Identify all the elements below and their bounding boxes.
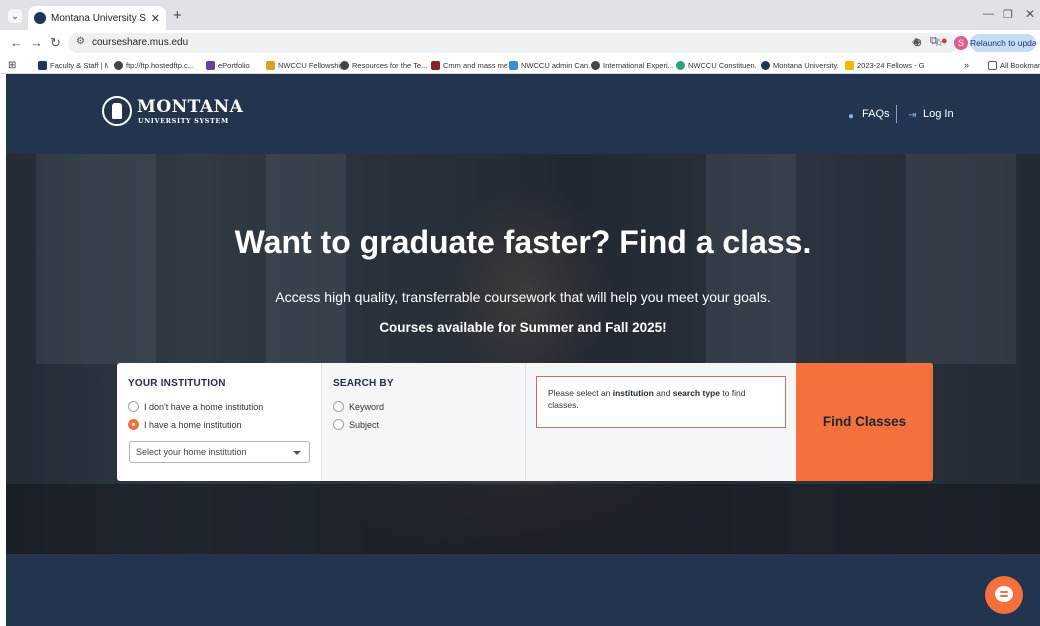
login-arrow-icon: ⇥ — [908, 110, 917, 121]
no-home-institution-option[interactable]: I don't have a home institution — [128, 401, 263, 412]
bookmark-item[interactable]: International Experi... — [591, 58, 673, 72]
profile-avatar[interactable]: S — [954, 36, 968, 50]
bookmark-item[interactable]: ftp://ftp.hostedftp.c... — [114, 58, 200, 72]
hero-title: Want to graduate faster? Find a class. — [234, 224, 812, 260]
forward-icon[interactable]: → — [30, 35, 43, 50]
home-institution-radio[interactable] — [128, 419, 139, 430]
bookmark-item[interactable]: 2023-24 Fellows - G... — [845, 58, 925, 72]
globe-icon — [340, 60, 349, 70]
logo-subtitle: UNIVERSITY SYSTEM — [138, 117, 229, 125]
keyword-option[interactable]: Keyword — [333, 401, 384, 412]
address-url: courseshare.mus.edu — [92, 37, 189, 48]
address-bar[interactable]: ⚙ courseshare.mus.edu ⊕ ☆ — [68, 33, 958, 53]
page-root: ⌄ Montana University System - F ✕ + — ❐ … — [0, 0, 1040, 626]
bookmark-item[interactable]: Cmm and mass me... — [431, 58, 507, 72]
keyword-label: Keyword — [349, 401, 385, 412]
chevron-down-icon — [293, 451, 301, 455]
chat-button[interactable] — [985, 576, 1023, 614]
lower-section — [6, 554, 1040, 626]
extension-icon[interactable]: ◈ — [912, 35, 920, 48]
all-bookmarks-folder[interactable]: All Bookmarks — [988, 58, 1040, 72]
bookmark-favicon-icon — [676, 60, 685, 70]
home-institution-select[interactable]: Select your home institution — [129, 441, 310, 463]
subject-label: Subject — [349, 419, 380, 430]
bookmarks-bar: ⊞ Faculty & Staff | MS... ftp://ftp.host… — [0, 56, 1040, 74]
bookmark-item[interactable]: Montana University... — [761, 58, 839, 72]
bookmark-item[interactable]: Resources for the Te... — [340, 58, 428, 72]
institution-heading: YOUR INSTITUTION — [128, 378, 226, 389]
extensions-puzzle-icon[interactable]: ⧉ — [930, 35, 938, 48]
site-header: MONTANA UNIVERSITY SYSTEM ● FAQs ⇥ Log I… — [6, 74, 1040, 154]
search-by-column: SEARCH BY Keyword Subject — [321, 363, 525, 481]
bookmark-favicon-icon — [206, 60, 215, 70]
drive-icon — [845, 60, 854, 70]
bookmark-favicon-icon — [761, 60, 770, 70]
site-favicon-icon — [34, 12, 46, 24]
institution-column: YOUR INSTITUTION I don't have a home ins… — [117, 363, 321, 481]
browser-toolbar: ← → ↻ ⚙ courseshare.mus.edu ⊕ ☆ ◈ ⧉ ● S … — [0, 30, 1040, 56]
no-home-institution-label: I don't have a home institution — [144, 401, 264, 412]
reload-icon[interactable]: ↻ — [50, 35, 61, 51]
hero-section: Want to graduate faster? Find a class. A… — [6, 154, 1040, 554]
folder-icon — [988, 60, 997, 70]
relaunch-button[interactable]: Relaunch to update — [970, 34, 1036, 52]
close-window-icon[interactable]: ✕ — [1025, 7, 1035, 21]
message-search-type-term: search type — [672, 388, 720, 398]
home-institution-select-value: Select your home institution — [136, 447, 247, 457]
torch-logo-icon[interactable] — [102, 96, 132, 126]
hero-desk — [6, 484, 1040, 554]
hero-subtitle: Access high quality, transferrable cours… — [275, 289, 771, 305]
browser-tab-bar: ⌄ Montana University System - F ✕ + — ❐ … — [0, 0, 1040, 30]
chat-bubble-icon — [995, 586, 1013, 602]
close-tab-icon[interactable]: ✕ — [151, 12, 160, 25]
globe-icon — [591, 60, 600, 70]
bookmark-item[interactable]: ePortfolio — [206, 58, 262, 72]
tab-search-icon[interactable]: ⌄ — [8, 9, 22, 23]
subject-option[interactable]: Subject — [333, 419, 379, 430]
minimize-window-icon[interactable]: — — [983, 8, 994, 20]
new-tab-icon[interactable]: + — [173, 7, 182, 24]
home-institution-label: I have a home institution — [144, 419, 242, 430]
subject-radio[interactable] — [333, 419, 344, 430]
browser-tab[interactable]: Montana University System - F ✕ — [28, 6, 166, 30]
more-bookmarks-icon[interactable]: » — [964, 58, 969, 72]
message-column: Please select an institution and search … — [525, 363, 796, 481]
globe-icon — [114, 60, 123, 70]
hero-availability-note: Courses available for Summer and Fall 20… — [379, 320, 667, 335]
login-link[interactable]: Log In — [923, 108, 954, 120]
bookmark-item[interactable]: NWCCU Constituen... — [676, 58, 756, 72]
no-home-institution-radio[interactable] — [128, 401, 139, 412]
faq-chat-icon: ● — [848, 111, 855, 122]
bookmark-favicon-icon — [509, 60, 518, 70]
bookmark-item[interactable]: NWCCU Fellowships... — [266, 58, 344, 72]
bookmark-item[interactable]: NWCCU admin Can... — [509, 58, 590, 72]
logo-wordmark[interactable]: MONTANA — [137, 97, 243, 117]
class-search-panel: YOUR INSTITUTION I don't have a home ins… — [117, 363, 933, 481]
keyword-radio[interactable] — [333, 401, 344, 412]
record-extension-icon[interactable]: ● — [941, 35, 948, 47]
header-divider — [896, 105, 897, 123]
search-by-heading: SEARCH BY — [333, 378, 394, 389]
find-classes-button[interactable]: Find Classes — [796, 363, 933, 481]
message-institution-term: institution — [612, 388, 654, 398]
tab-title: Montana University System - F — [51, 12, 146, 24]
bookmark-favicon-icon — [266, 60, 275, 70]
bookmark-favicon-icon — [431, 60, 440, 70]
restore-window-icon[interactable]: ❐ — [1003, 8, 1013, 21]
apps-grid-icon[interactable]: ⊞ — [8, 58, 16, 72]
bookmark-item[interactable]: Faculty & Staff | MS... — [38, 58, 108, 72]
back-icon[interactable]: ← — [10, 35, 23, 50]
validation-message: Please select an institution and search … — [536, 376, 786, 428]
bookmark-favicon-icon — [38, 60, 47, 70]
home-institution-option[interactable]: I have a home institution — [128, 419, 242, 430]
faqs-link[interactable]: FAQs — [862, 108, 890, 120]
site-info-icon[interactable]: ⚙ — [76, 36, 85, 47]
